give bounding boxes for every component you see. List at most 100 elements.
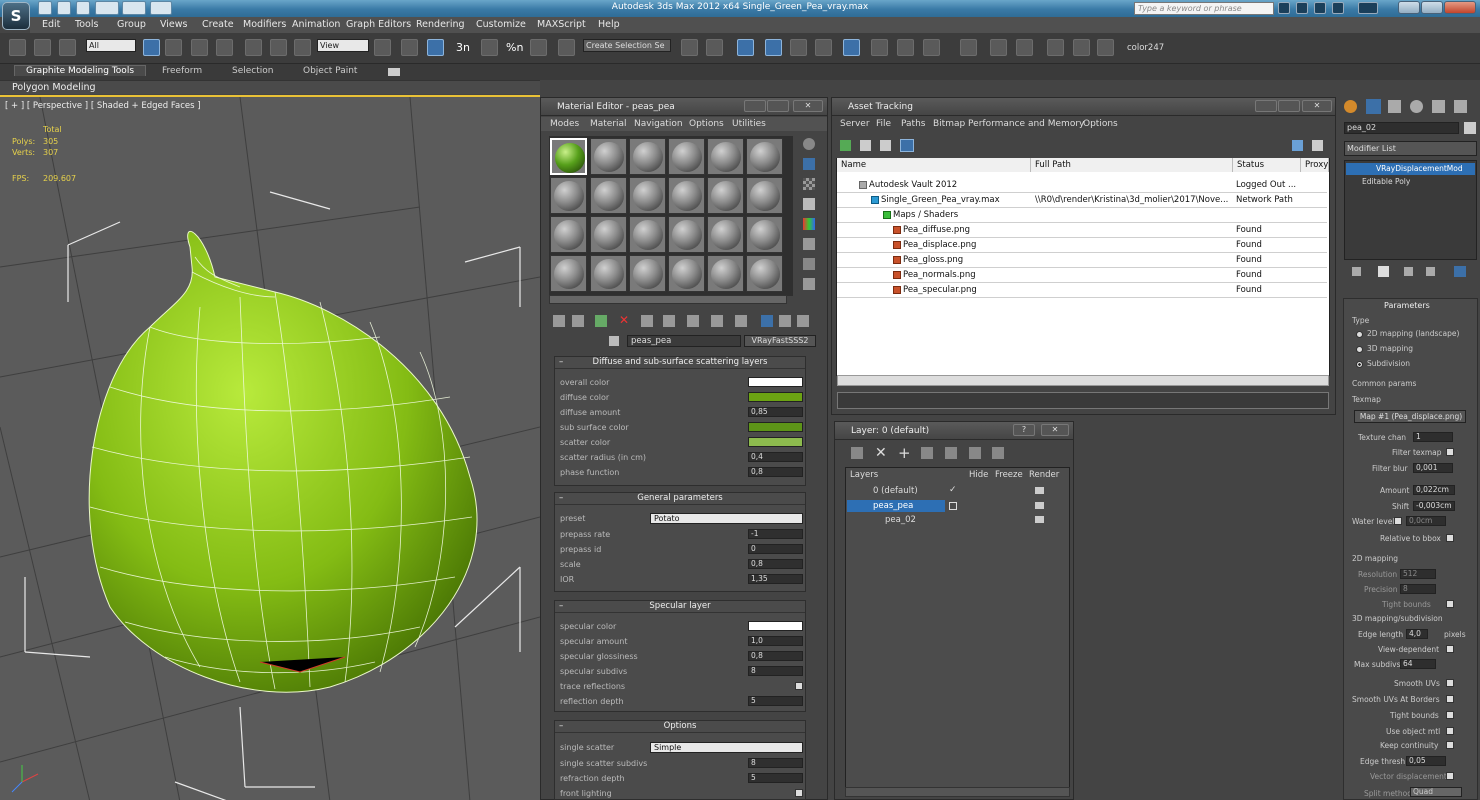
material-editor-minimize-button[interactable] [744,100,766,112]
layer-manager-window[interactable]: Layer: 0 (default) ? ✕ ✕ + Layers Hide F… [834,421,1074,800]
vray-proxy-icon[interactable] [1047,39,1064,56]
sample-slot[interactable] [707,177,744,214]
rollout-options-title[interactable]: Options [664,721,697,731]
pin-stack-icon[interactable] [1352,267,1361,276]
assign-material-icon[interactable] [595,315,607,327]
layer-row[interactable]: 0 (default) ✓ [847,485,1068,498]
tight-bounds-3d-checkbox[interactable] [1446,711,1454,719]
rollout-options[interactable]: – Options single scatter Simple single sc… [554,720,806,800]
layer-help-button[interactable]: ? [1013,424,1035,436]
menu-rendering[interactable]: Rendering [416,19,465,30]
layer-active-box-icon[interactable] [949,502,957,510]
remove-modifier-icon[interactable] [1426,267,1435,276]
render-teapot-icon[interactable] [1035,502,1044,509]
asset-row[interactable]: Pea_displace.png Found [837,238,1327,253]
smooth-uvs-checkbox[interactable] [1446,679,1454,687]
snap-toggle-icon[interactable]: 3n [456,41,470,54]
at-menu-paths[interactable]: Paths [901,119,925,129]
viewport-label[interactable]: [ + ] [ Perspective ] [ Shaded + Edged F… [5,101,201,111]
sample-slot[interactable] [590,177,627,214]
mirror-icon[interactable] [681,39,698,56]
layer-row-selected[interactable]: peas_pea [847,500,945,512]
reflection-depth-spinner[interactable]: 5 [748,696,803,706]
rendered-frame-window-icon[interactable] [897,39,914,56]
sample-slot[interactable] [629,138,666,175]
sample-slot[interactable] [550,177,587,214]
asset-row[interactable]: Single_Green_Pea_vray.max \\R0\d\render\… [837,193,1327,208]
column-render[interactable]: Render [1029,470,1059,480]
at-menu-server[interactable]: Server [840,119,870,129]
rollout-collapse-icon[interactable]: – [559,357,563,368]
ribbon-options-icon[interactable] [388,68,400,76]
type-subdivision-radio[interactable]: Subdivision [1356,359,1410,368]
selection-filter-dropdown[interactable]: All [86,39,136,52]
me-menu-modes[interactable]: Modes [550,119,579,129]
asset-row[interactable]: Pea_gloss.png Found [837,253,1327,268]
vray-frame-buffer-icon[interactable] [960,39,977,56]
refresh-icon[interactable] [840,140,851,151]
menu-help[interactable]: Help [598,19,620,30]
perspective-viewport[interactable]: [ + ] [ Perspective ] [ Shaded + Edged F… [0,95,540,800]
maximize-button[interactable] [1421,1,1443,14]
filter-texmap-checkbox[interactable] [1446,448,1454,456]
backlight-icon[interactable] [803,158,815,170]
specular-subdivs-spinner[interactable]: 8 [748,666,803,676]
relative-bbox-checkbox[interactable] [1446,534,1454,542]
material-id-channel-icon[interactable] [687,315,699,327]
menu-edit[interactable]: Edit [42,19,60,30]
precision-spinner[interactable]: 8 [1400,584,1436,594]
specular-color-swatch[interactable] [748,621,803,631]
utilities-tab-icon[interactable] [1454,100,1467,113]
rollout-diffuse-sss[interactable]: – Diffuse and sub-surface scattering laye… [554,356,806,486]
tab-object-paint[interactable]: Object Paint [303,66,357,76]
pea-mesh[interactable] [88,230,478,693]
diffuse-amount-spinner[interactable]: 0,85 [748,407,803,417]
me-menu-options[interactable]: Options [689,119,724,129]
column-name[interactable]: Name [837,158,1031,172]
object-color-swatch[interactable] [1464,122,1476,134]
menu-customize[interactable]: Customize [476,19,526,30]
render-teapot-icon[interactable] [1035,516,1044,523]
menu-graph-editors[interactable]: Graph Editors [346,19,411,30]
column-freeze[interactable]: Freeze [995,470,1023,480]
spinner-snap-icon[interactable] [530,39,547,56]
schematic-view-icon[interactable] [815,39,832,56]
tight-bounds-checkbox[interactable] [1446,600,1454,608]
layer-row[interactable]: pea_02 [847,514,1068,527]
type-3d-radio[interactable]: 3D mapping [1356,344,1413,353]
asset-row[interactable]: Maps / Shaders [837,208,1327,223]
minimize-button[interactable] [1398,1,1420,14]
help-icon[interactable] [1312,140,1323,151]
filter-blur-spinner[interactable]: 0,001 [1413,463,1453,473]
water-level-spinner[interactable]: 0,0cm [1406,516,1446,526]
type-2d-radio[interactable]: 2D mapping (landscape) [1356,329,1459,338]
pivot-center-icon[interactable] [374,39,391,56]
diffuse-color-swatch[interactable] [748,392,803,402]
angle-snap-icon[interactable] [481,39,498,56]
motion-tab-icon[interactable] [1410,100,1423,113]
asset-tracking-maximize-button[interactable] [1278,100,1300,112]
polygon-modeling-panel[interactable]: Polygon Modeling [0,80,540,94]
list-view-icon[interactable] [860,140,871,151]
sample-slot-active[interactable] [550,138,587,175]
save-file-icon[interactable] [76,1,90,15]
get-material-icon[interactable] [553,315,565,327]
unlink-icon[interactable] [34,39,51,56]
asset-row[interactable]: Pea_specular.png Found [837,283,1327,298]
specular-glossiness-spinner[interactable]: 0,8 [748,651,803,661]
sample-type-icon[interactable] [803,138,815,150]
display-tab-icon[interactable] [1432,100,1445,113]
help-icon[interactable] [1358,2,1378,14]
sample-slot[interactable] [707,255,744,292]
video-color-check-icon[interactable] [803,218,815,230]
at-menu-options[interactable]: Options [1083,119,1118,129]
material-name-input[interactable]: peas_pea [627,335,741,347]
show-end-result-icon[interactable] [735,315,747,327]
sample-slot[interactable] [668,177,705,214]
make-unique-icon[interactable] [663,315,675,327]
select-by-name-icon[interactable] [165,39,182,56]
rollout-collapse-icon[interactable]: – [559,721,563,732]
menu-views[interactable]: Views [160,19,188,30]
sample-slot[interactable] [746,138,783,175]
rectangular-selection-icon[interactable] [191,39,208,56]
